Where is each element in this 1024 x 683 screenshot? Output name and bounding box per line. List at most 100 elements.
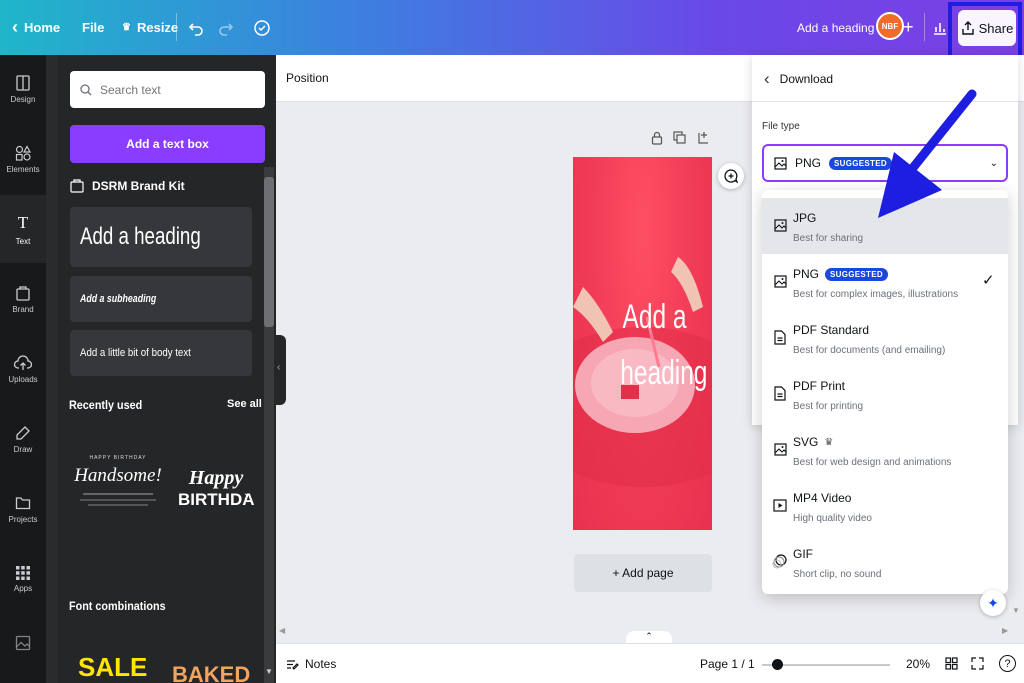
magic-assistant-button[interactable]: ✦ <box>980 590 1006 616</box>
panel-scrollbar-thumb[interactable] <box>264 177 274 327</box>
save-status-button[interactable] <box>253 0 271 55</box>
position-button[interactable]: Position <box>286 71 329 85</box>
brand-kit-icon <box>70 179 84 193</box>
redo-icon <box>219 22 234 36</box>
scroll-down-icon[interactable]: ▼ <box>265 667 273 676</box>
plus-icon: + <box>903 17 914 37</box>
help-icon[interactable]: ? <box>999 655 1016 672</box>
image-icon <box>774 156 787 170</box>
insights-button[interactable] <box>932 0 948 55</box>
notes-icon <box>287 659 299 670</box>
toolbar-divider <box>176 13 177 41</box>
font-combo-baked[interactable]: BAKED <box>172 662 250 683</box>
notes-button[interactable]: Notes <box>286 657 336 671</box>
brand-icon <box>16 285 30 301</box>
file-type-option-png[interactable]: PNG SUGGESTED Best for complex images, il… <box>762 254 1008 310</box>
scroll-right-icon[interactable]: ▶ <box>1002 626 1008 635</box>
body-style-card[interactable]: Add a little bit of body text <box>70 330 252 376</box>
rail-scrollbar[interactable] <box>46 55 58 683</box>
fullscreen-icon[interactable] <box>971 657 984 670</box>
add-text-box-button[interactable]: Add a text box <box>70 125 265 163</box>
rail-item-photos[interactable] <box>0 625 46 683</box>
draw-icon <box>16 425 30 440</box>
file-menu-button[interactable]: File <box>82 0 104 55</box>
image-icon <box>772 217 788 233</box>
rail-item-brand[interactable]: Brand <box>0 265 46 333</box>
add-page-button[interactable]: + Add page <box>574 554 712 592</box>
rail-item-design[interactable]: Design <box>0 55 46 123</box>
brand-kit-header[interactable]: DSRM Brand Kit <box>70 179 185 193</box>
annotation-arrow <box>878 89 977 218</box>
rail-item-draw[interactable]: Draw <box>0 405 46 473</box>
file-type-option-gif[interactable]: GIF Short clip, no sound <box>762 534 1008 590</box>
elements-icon <box>15 144 31 161</box>
text-icon: T <box>17 212 29 232</box>
add-page-icon[interactable] <box>696 131 709 144</box>
search-icon <box>80 83 92 95</box>
zoom-level[interactable]: 20% <box>906 657 930 671</box>
heading-style-card[interactable]: Add a heading <box>70 207 252 267</box>
recently-used-heading: Recently used <box>69 398 143 412</box>
projects-icon <box>15 496 31 509</box>
redo-button[interactable] <box>218 0 234 55</box>
suggested-badge: SUGGESTED <box>825 267 888 281</box>
grid-view-icon[interactable] <box>945 657 958 670</box>
undo-button[interactable] <box>188 0 204 55</box>
avatar[interactable]: NBF <box>876 12 904 40</box>
photos-icon <box>15 635 31 651</box>
image-icon <box>772 441 788 457</box>
download-back-button[interactable]: ‹ Download <box>764 69 833 89</box>
lock-icon[interactable] <box>651 131 663 145</box>
design-page[interactable]: Add a heading <box>573 157 712 530</box>
zoom-slider-thumb[interactable] <box>771 659 783 670</box>
annotation-arrow-head <box>878 152 942 218</box>
comment-add-icon <box>724 169 738 183</box>
rail-item-text[interactable]: T Text <box>0 195 46 263</box>
rail-item-projects[interactable]: Projects <box>0 475 46 543</box>
file-type-option-pdf-print[interactable]: PDF Print Best for printing <box>762 366 1008 422</box>
chevron-left-icon: ‹ <box>277 362 281 373</box>
template-fine-print <box>80 499 156 501</box>
crown-icon: ♛ <box>122 22 131 33</box>
chevron-left-icon: ‹ <box>12 17 18 37</box>
collapse-panel-handle[interactable]: ‹ <box>276 335 286 405</box>
document-icon <box>772 329 788 345</box>
video-icon <box>772 497 788 513</box>
comment-button[interactable] <box>718 163 744 189</box>
search-input[interactable] <box>100 82 250 97</box>
home-button[interactable]: ‹ Home <box>12 0 60 55</box>
checkmark-icon: ✓ <box>982 272 995 289</box>
design-heading-text[interactable]: Add a heading <box>573 289 712 401</box>
rail-item-elements[interactable]: Elements <box>0 125 46 193</box>
toolbar-divider <box>924 13 925 41</box>
file-type-dropdown: JPG Best for sharing PNG SUGGESTED Best f… <box>762 190 1008 594</box>
scroll-down-icon[interactable]: ▼ <box>1012 606 1020 615</box>
annotation-arrow-shaft <box>903 89 977 179</box>
scroll-left-icon[interactable]: ◀ <box>279 626 285 635</box>
file-type-option-svg[interactable]: SVG ♛ Best for web design and animations <box>762 422 1008 478</box>
rail-item-uploads[interactable]: Uploads <box>0 335 46 403</box>
rail-item-apps[interactable]: Apps <box>0 545 46 613</box>
carousel-next-icon[interactable]: › <box>244 487 249 503</box>
page-indicator[interactable]: Page 1 / 1 <box>700 657 755 671</box>
recent-template-birthday[interactable]: Happy BIRTHDA <box>178 467 254 547</box>
template-fine-print <box>83 493 153 495</box>
chevron-down-icon: ⌄ <box>989 157 998 169</box>
undo-icon <box>188 22 203 36</box>
bar-chart-icon <box>934 22 946 35</box>
resize-button[interactable]: ♛ Resize <box>122 0 178 55</box>
see-all-link[interactable]: See all <box>227 398 262 410</box>
recent-template-handsome[interactable]: HAPPY BIRTHDAY Handsome! <box>72 455 164 545</box>
file-type-label: File type <box>762 121 800 132</box>
document-title[interactable]: Add a heading <box>797 0 874 55</box>
duplicate-page-icon[interactable] <box>673 131 686 144</box>
chevron-left-icon: ‹ <box>764 69 770 88</box>
text-panel: Add a text box DSRM Brand Kit Add a head… <box>58 55 276 683</box>
search-box[interactable] <box>70 71 265 108</box>
design-icon <box>16 74 30 91</box>
file-type-option-mp4[interactable]: MP4 Video High quality video <box>762 478 1008 534</box>
subheading-style-card[interactable]: Add a subheading <box>70 276 252 322</box>
add-collaborator-button[interactable]: + <box>903 0 914 55</box>
font-combo-sale[interactable]: SALE <box>78 652 147 683</box>
file-type-option-pdf-standard[interactable]: PDF Standard Best for documents (and ema… <box>762 310 1008 366</box>
